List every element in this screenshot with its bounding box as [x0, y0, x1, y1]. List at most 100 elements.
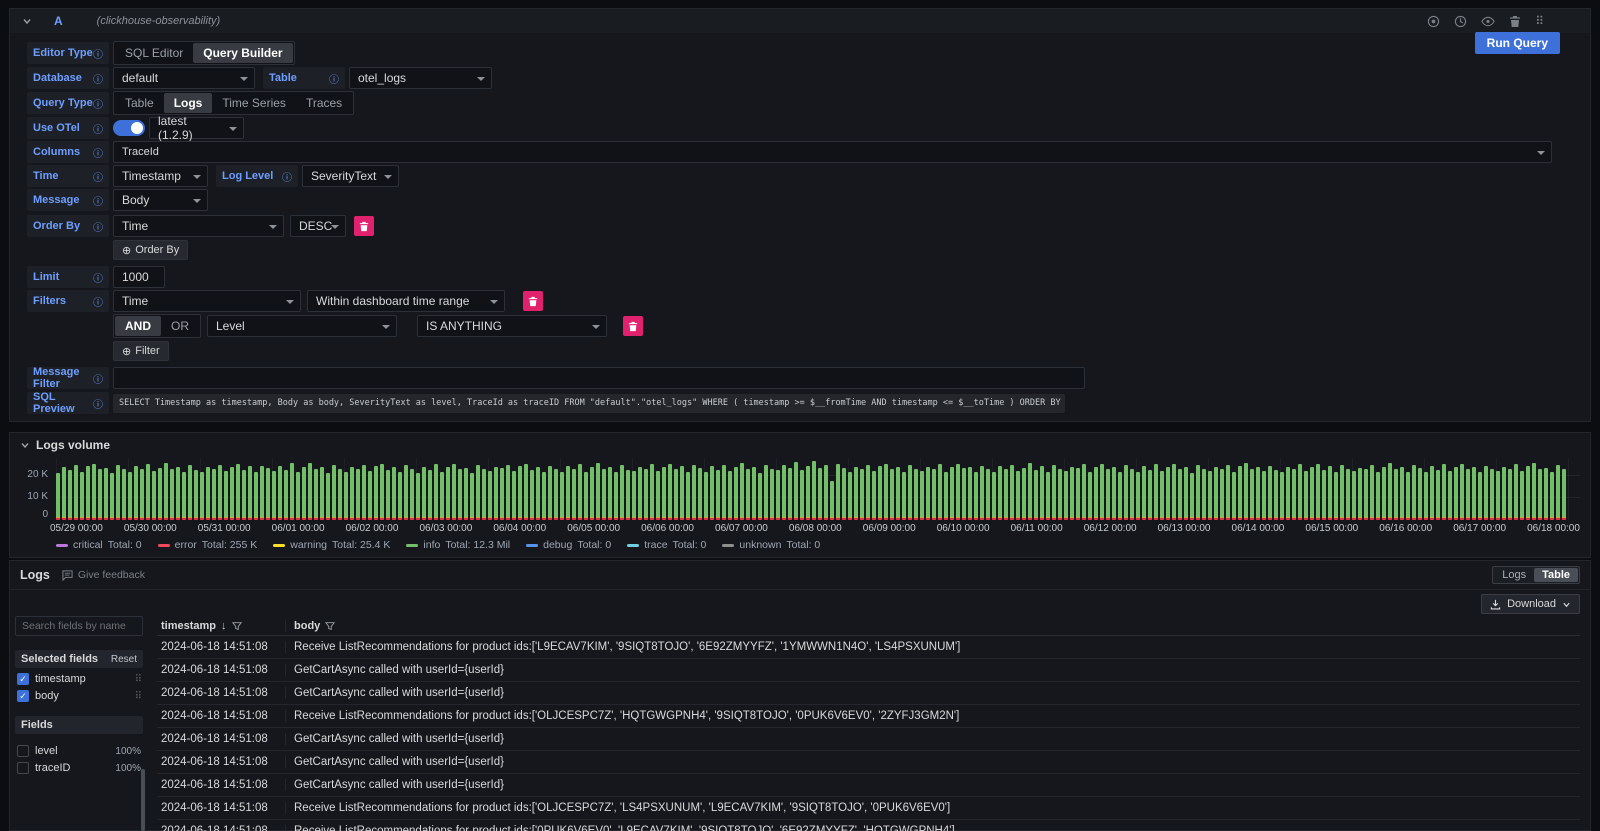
volume-bar [722, 465, 726, 520]
message-filter-input[interactable] [113, 367, 1085, 389]
x-axis-ticks: 05/29 00:0005/30 00:0005/31 00:0006/01 0… [50, 523, 1580, 534]
table-row[interactable]: 2024-06-18 14:51:08GetCartAsync called w… [157, 751, 1580, 774]
table-row[interactable]: 2024-06-18 14:51:08Receive ListRecommend… [157, 797, 1580, 820]
legend-item[interactable]: unknownTotal: 0 [722, 539, 820, 551]
sql-editor-option[interactable]: SQL Editor [115, 43, 193, 63]
legend-item[interactable]: infoTotal: 12.3 Mil [406, 539, 510, 551]
traceid-checkbox[interactable] [17, 762, 29, 774]
drag-handle-icon[interactable]: ⠿ [1535, 14, 1544, 28]
info-icon[interactable]: ⓘ [93, 96, 103, 111]
search-fields-input[interactable] [15, 616, 143, 636]
volume-bar [1196, 465, 1200, 520]
volume-bar [686, 472, 690, 520]
message-column-select[interactable]: Body [113, 189, 208, 211]
x-tick-label: 06/15 00:00 [1305, 523, 1358, 534]
order-by-field-select[interactable]: Time [113, 215, 284, 237]
or-option[interactable]: OR [161, 316, 199, 336]
and-option[interactable]: AND [115, 316, 161, 336]
body-checkbox[interactable]: ✓ [17, 690, 29, 702]
create-alert-icon[interactable] [1427, 15, 1440, 28]
info-icon[interactable]: ⓘ [93, 294, 103, 309]
table-row[interactable]: 2024-06-18 14:51:08Receive ListRecommend… [157, 820, 1580, 831]
x-tick-label: 06/16 00:00 [1379, 523, 1432, 534]
remove-query-icon[interactable] [1509, 15, 1521, 28]
collapse-volume-icon[interactable] [20, 440, 30, 450]
info-icon[interactable]: ⓘ [93, 145, 103, 160]
legend-item[interactable]: criticalTotal: 0 [56, 539, 142, 551]
table-row[interactable]: 2024-06-18 14:51:08Receive ListRecommend… [157, 636, 1580, 659]
reset-fields-button[interactable]: Reset [111, 654, 137, 665]
table-row[interactable]: 2024-06-18 14:51:08GetCartAsync called w… [157, 728, 1580, 751]
add-filter-button[interactable]: ⊕Filter [113, 341, 169, 361]
limit-input[interactable] [113, 266, 165, 288]
filter-funnel-icon[interactable] [232, 621, 242, 631]
info-icon[interactable]: ⓘ [93, 270, 103, 285]
volume-bar [110, 473, 114, 520]
table-row[interactable]: 2024-06-18 14:51:08GetCartAsync called w… [157, 774, 1580, 797]
tab-logs[interactable]: Logs [164, 93, 213, 113]
run-query-button[interactable]: Run Query [1475, 32, 1560, 54]
order-direction-select[interactable]: DESC [290, 215, 346, 237]
level-checkbox[interactable] [17, 745, 29, 757]
legend-item[interactable]: traceTotal: 0 [627, 539, 706, 551]
tab-traces[interactable]: Traces [296, 93, 352, 113]
filter1-operator-select[interactable]: Within dashboard time range [307, 290, 505, 312]
duplicate-query-icon[interactable] [1454, 15, 1467, 28]
timestamp-checkbox[interactable]: ✓ [17, 673, 29, 685]
filter-funnel-icon[interactable] [325, 621, 335, 631]
legend-item[interactable]: debugTotal: 0 [526, 539, 611, 551]
give-feedback-link[interactable]: Give feedback [62, 569, 145, 581]
scrollbar-thumb[interactable] [141, 769, 145, 831]
info-icon[interactable]: ⓘ [93, 219, 103, 234]
order-by-row: Order Byⓘ Time DESC [27, 215, 1590, 237]
time-column-select[interactable]: Timestamp [113, 165, 208, 187]
download-button[interactable]: Download [1481, 594, 1580, 614]
table-row[interactable]: 2024-06-18 14:51:08GetCartAsync called w… [157, 682, 1580, 705]
remove-filter1-button[interactable] [523, 291, 543, 311]
info-icon[interactable]: ⓘ [93, 121, 103, 136]
table-row[interactable]: 2024-06-18 14:51:08GetCartAsync called w… [157, 659, 1580, 682]
use-otel-label: Use OTelⓘ [27, 117, 109, 139]
otel-version-select[interactable]: latest (1.2.9) [149, 117, 244, 139]
legend-item[interactable]: warningTotal: 25.4 K [273, 539, 390, 551]
hide-response-icon[interactable] [1481, 15, 1495, 28]
table-row[interactable]: 2024-06-18 14:51:08Receive ListRecommend… [157, 705, 1580, 728]
volume-bar [158, 468, 162, 520]
volume-bar [1358, 468, 1362, 520]
info-icon[interactable]: ⓘ [93, 46, 103, 61]
sort-desc-icon[interactable]: ↓ [221, 620, 227, 632]
add-order-by-button[interactable]: ⊕Order By [113, 240, 188, 260]
legend-item[interactable]: errorTotal: 255 K [158, 539, 258, 551]
info-icon[interactable]: ⓘ [93, 396, 103, 411]
info-icon[interactable]: ⓘ [93, 71, 103, 86]
view-table-option[interactable]: Table [1534, 568, 1578, 582]
remove-order-by-button[interactable] [354, 216, 374, 236]
remove-filter2-button[interactable] [623, 316, 643, 336]
query-builder-option[interactable]: Query Builder [193, 43, 292, 63]
info-icon[interactable]: ⓘ [93, 169, 103, 184]
volume-bar [1352, 471, 1356, 520]
tab-time-series[interactable]: Time Series [212, 93, 296, 113]
database-select[interactable]: default [113, 67, 255, 89]
body-column-header[interactable]: body [285, 620, 1580, 632]
table-select[interactable]: otel_logs [349, 67, 492, 89]
view-logs-option[interactable]: Logs [1494, 568, 1534, 582]
filter2-field-select[interactable]: Level [207, 315, 397, 337]
volume-bar [1556, 465, 1560, 520]
drag-handle-icon[interactable]: ⠿ [135, 674, 141, 685]
collapse-query-icon[interactable] [22, 16, 32, 26]
volume-bar [770, 469, 774, 520]
info-icon[interactable]: ⓘ [329, 71, 339, 86]
timestamp-column-header[interactable]: timestamp ↓ [157, 620, 285, 632]
drag-handle-icon[interactable]: ⠿ [135, 691, 141, 702]
otel-toggle[interactable] [113, 120, 145, 136]
info-icon[interactable]: ⓘ [93, 371, 103, 386]
volume-bar [1052, 465, 1056, 520]
info-icon[interactable]: ⓘ [93, 193, 103, 208]
columns-multiselect[interactable]: TraceId [113, 141, 1552, 163]
tab-table[interactable]: Table [115, 93, 164, 113]
filter1-field-select[interactable]: Time [113, 290, 301, 312]
log-level-select[interactable]: SeverityText [302, 165, 399, 187]
info-icon[interactable]: ⓘ [282, 169, 292, 184]
filter2-operator-select[interactable]: IS ANYTHING [417, 315, 607, 337]
